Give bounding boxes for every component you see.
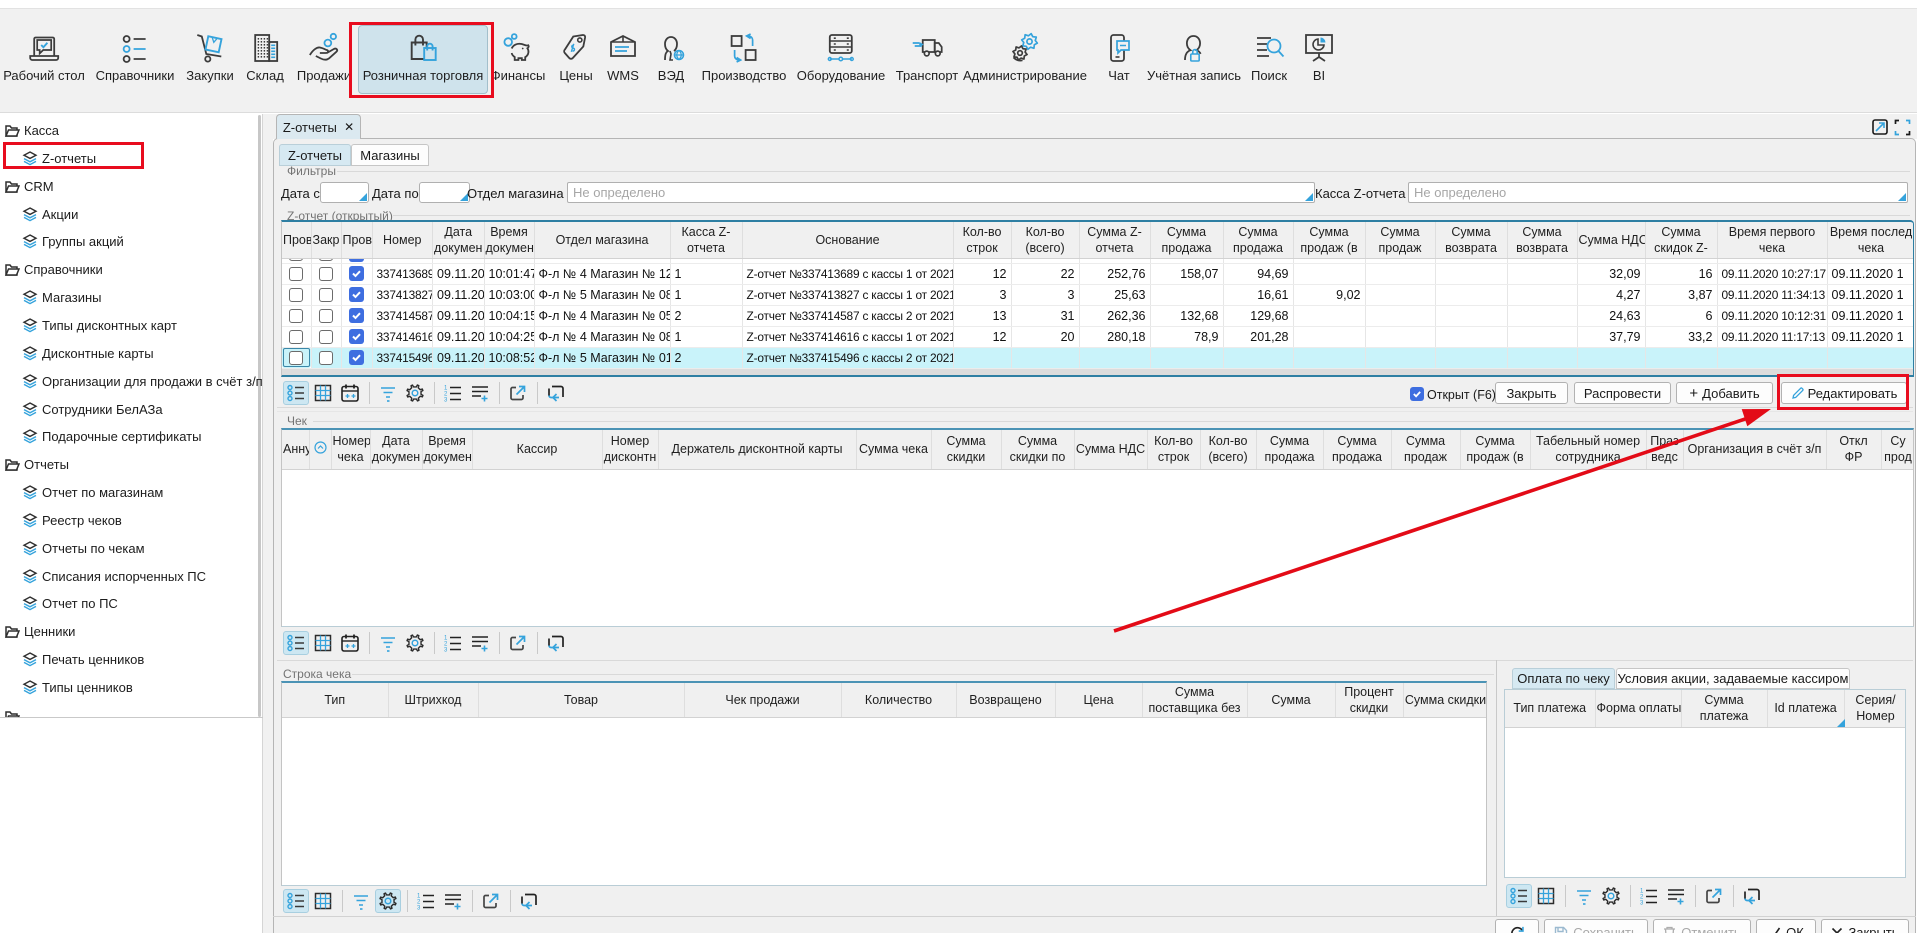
svg-text:3: 3 <box>417 906 421 912</box>
svg-text:3: 3 <box>444 648 448 654</box>
svg-text:3: 3 <box>1640 901 1644 907</box>
svg-text:3: 3 <box>444 398 448 404</box>
